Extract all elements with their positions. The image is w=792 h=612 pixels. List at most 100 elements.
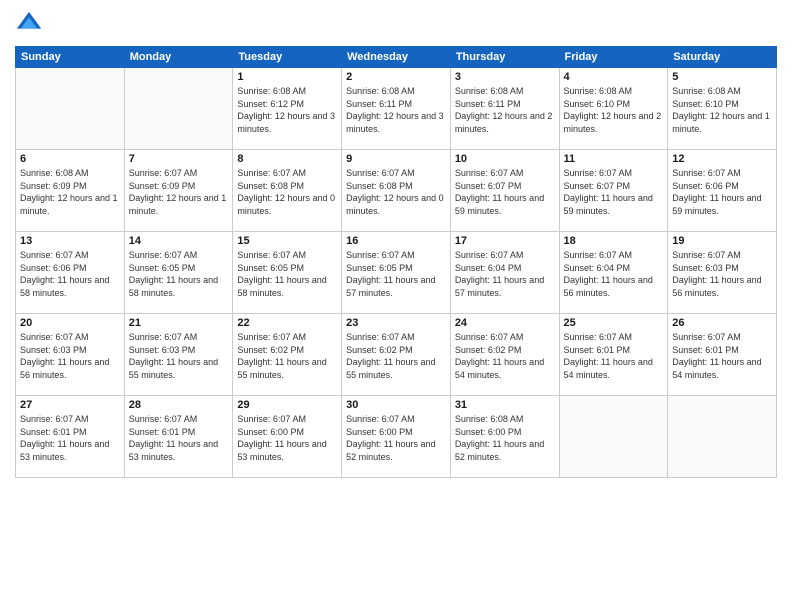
day-number: 23	[346, 317, 446, 329]
day-info: Sunrise: 6:07 AMSunset: 6:06 PMDaylight:…	[672, 167, 772, 217]
day-info: Sunrise: 6:07 AMSunset: 6:01 PMDaylight:…	[129, 413, 229, 463]
calendar-cell: 6 Sunrise: 6:08 AMSunset: 6:09 PMDaylight…	[16, 150, 125, 232]
calendar-cell: 26 Sunrise: 6:07 AMSunset: 6:01 PMDayligh…	[668, 314, 777, 396]
day-number: 24	[455, 317, 555, 329]
calendar-cell: 24 Sunrise: 6:07 AMSunset: 6:02 PMDayligh…	[450, 314, 559, 396]
day-number: 20	[20, 317, 120, 329]
calendar-cell: 1Sunrise: 6:08 AMSunset: 6:12 PMDaylight…	[233, 68, 342, 150]
day-number: 17	[455, 235, 555, 247]
calendar-cell: 12 Sunrise: 6:07 AMSunset: 6:06 PMDayligh…	[668, 150, 777, 232]
day-number: 8	[237, 153, 337, 165]
day-info: Sunrise: 6:07 AMSunset: 6:04 PMDaylight:…	[455, 249, 555, 299]
day-info: Sunrise: 6:08 AMSunset: 6:09 PMDaylight:…	[20, 167, 120, 217]
calendar-week-row: 13 Sunrise: 6:07 AMSunset: 6:06 PMDayligh…	[16, 232, 777, 314]
calendar-cell: 19 Sunrise: 6:07 AMSunset: 6:03 PMDayligh…	[668, 232, 777, 314]
day-info: Sunrise: 6:07 AMSunset: 6:05 PMDaylight:…	[129, 249, 229, 299]
calendar-week-row: 27 Sunrise: 6:07 AMSunset: 6:01 PMDayligh…	[16, 396, 777, 478]
calendar-cell: 4Sunrise: 6:08 AMSunset: 6:10 PMDaylight…	[559, 68, 668, 150]
day-number: 13	[20, 235, 120, 247]
calendar-week-row: 20 Sunrise: 6:07 AMSunset: 6:03 PMDayligh…	[16, 314, 777, 396]
day-info: Sunrise: 6:08 AMSunset: 6:12 PMDaylight:…	[237, 85, 337, 135]
day-number: 15	[237, 235, 337, 247]
calendar-day-header: Saturday	[668, 47, 777, 68]
calendar-cell: 28 Sunrise: 6:07 AMSunset: 6:01 PMDayligh…	[124, 396, 233, 478]
day-info: Sunrise: 6:07 AMSunset: 6:02 PMDaylight:…	[237, 331, 337, 381]
day-number: 26	[672, 317, 772, 329]
calendar-cell: 13 Sunrise: 6:07 AMSunset: 6:06 PMDayligh…	[16, 232, 125, 314]
day-number: 18	[564, 235, 664, 247]
logo	[15, 10, 47, 38]
day-number: 14	[129, 235, 229, 247]
calendar-day-header: Sunday	[16, 47, 125, 68]
calendar-cell: 10Sunrise: 6:07 AMSunset: 6:07 PMDayligh…	[450, 150, 559, 232]
day-number: 22	[237, 317, 337, 329]
calendar-week-row: 6 Sunrise: 6:08 AMSunset: 6:09 PMDaylight…	[16, 150, 777, 232]
day-info: Sunrise: 6:07 AMSunset: 6:01 PMDaylight:…	[20, 413, 120, 463]
day-number: 25	[564, 317, 664, 329]
day-info: Sunrise: 6:07 AMSunset: 6:05 PMDaylight:…	[237, 249, 337, 299]
day-info: Sunrise: 6:07 AMSunset: 6:04 PMDaylight:…	[564, 249, 664, 299]
page: SundayMondayTuesdayWednesdayThursdayFrid…	[0, 0, 792, 612]
header	[15, 10, 777, 38]
calendar-cell: 7Sunrise: 6:07 AMSunset: 6:09 PMDaylight…	[124, 150, 233, 232]
day-number: 9	[346, 153, 446, 165]
day-number: 11	[564, 153, 664, 165]
calendar-cell: 27 Sunrise: 6:07 AMSunset: 6:01 PMDayligh…	[16, 396, 125, 478]
day-info: Sunrise: 6:07 AMSunset: 6:02 PMDaylight:…	[346, 331, 446, 381]
calendar-header-row: SundayMondayTuesdayWednesdayThursdayFrid…	[16, 47, 777, 68]
day-info: Sunrise: 6:07 AMSunset: 6:05 PMDaylight:…	[346, 249, 446, 299]
calendar-cell: 20 Sunrise: 6:07 AMSunset: 6:03 PMDayligh…	[16, 314, 125, 396]
day-info: Sunrise: 6:07 AMSunset: 6:02 PMDaylight:…	[455, 331, 555, 381]
day-number: 28	[129, 399, 229, 411]
calendar-cell: 15 Sunrise: 6:07 AMSunset: 6:05 PMDayligh…	[233, 232, 342, 314]
day-number: 7	[129, 153, 229, 165]
day-number: 27	[20, 399, 120, 411]
day-info: Sunrise: 6:07 AMSunset: 6:07 PMDaylight:…	[564, 167, 664, 217]
day-info: Sunrise: 6:08 AMSunset: 6:11 PMDaylight:…	[346, 85, 446, 135]
day-info: Sunrise: 6:07 AMSunset: 6:01 PMDaylight:…	[564, 331, 664, 381]
calendar-cell: 30 Sunrise: 6:07 AMSunset: 6:00 PMDayligh…	[342, 396, 451, 478]
day-number: 6	[20, 153, 120, 165]
day-info: Sunrise: 6:07 AMSunset: 6:08 PMDaylight:…	[237, 167, 337, 217]
calendar-cell: 31 Sunrise: 6:08 AMSunset: 6:00 PMDayligh…	[450, 396, 559, 478]
day-number: 29	[237, 399, 337, 411]
calendar-cell: 3 Sunrise: 6:08 AMSunset: 6:11 PMDaylight…	[450, 68, 559, 150]
calendar-cell: 17 Sunrise: 6:07 AMSunset: 6:04 PMDayligh…	[450, 232, 559, 314]
calendar-cell	[668, 396, 777, 478]
calendar-cell: 9 Sunrise: 6:07 AMSunset: 6:08 PMDaylight…	[342, 150, 451, 232]
day-number: 21	[129, 317, 229, 329]
calendar-day-header: Tuesday	[233, 47, 342, 68]
calendar-cell: 23 Sunrise: 6:07 AMSunset: 6:02 PMDayligh…	[342, 314, 451, 396]
day-number: 5	[672, 71, 772, 83]
day-number: 12	[672, 153, 772, 165]
day-info: Sunrise: 6:07 AMSunset: 6:03 PMDaylight:…	[672, 249, 772, 299]
day-number: 2	[346, 71, 446, 83]
day-number: 4	[564, 71, 664, 83]
day-info: Sunrise: 6:07 AMSunset: 6:01 PMDaylight:…	[672, 331, 772, 381]
day-info: Sunrise: 6:07 AMSunset: 6:00 PMDaylight:…	[346, 413, 446, 463]
day-number: 3	[455, 71, 555, 83]
day-info: Sunrise: 6:07 AMSunset: 6:03 PMDaylight:…	[129, 331, 229, 381]
calendar-cell: 14 Sunrise: 6:07 AMSunset: 6:05 PMDayligh…	[124, 232, 233, 314]
calendar-cell: 21 Sunrise: 6:07 AMSunset: 6:03 PMDayligh…	[124, 314, 233, 396]
day-info: Sunrise: 6:07 AMSunset: 6:07 PMDaylight:…	[455, 167, 555, 217]
calendar-cell: 29 Sunrise: 6:07 AMSunset: 6:00 PMDayligh…	[233, 396, 342, 478]
day-info: Sunrise: 6:07 AMSunset: 6:03 PMDaylight:…	[20, 331, 120, 381]
calendar-table: SundayMondayTuesdayWednesdayThursdayFrid…	[15, 46, 777, 478]
calendar-cell: 11 Sunrise: 6:07 AMSunset: 6:07 PMDayligh…	[559, 150, 668, 232]
logo-icon	[15, 10, 43, 38]
calendar-week-row: 1Sunrise: 6:08 AMSunset: 6:12 PMDaylight…	[16, 68, 777, 150]
calendar-cell: 22 Sunrise: 6:07 AMSunset: 6:02 PMDayligh…	[233, 314, 342, 396]
calendar-cell: 16Sunrise: 6:07 AMSunset: 6:05 PMDayligh…	[342, 232, 451, 314]
day-number: 31	[455, 399, 555, 411]
day-info: Sunrise: 6:07 AMSunset: 6:06 PMDaylight:…	[20, 249, 120, 299]
day-number: 19	[672, 235, 772, 247]
calendar-cell: 5Sunrise: 6:08 AMSunset: 6:10 PMDaylight…	[668, 68, 777, 150]
day-info: Sunrise: 6:07 AMSunset: 6:08 PMDaylight:…	[346, 167, 446, 217]
calendar-day-header: Wednesday	[342, 47, 451, 68]
day-info: Sunrise: 6:08 AMSunset: 6:00 PMDaylight:…	[455, 413, 555, 463]
calendar-cell	[559, 396, 668, 478]
day-info: Sunrise: 6:07 AMSunset: 6:00 PMDaylight:…	[237, 413, 337, 463]
day-info: Sunrise: 6:08 AMSunset: 6:11 PMDaylight:…	[455, 85, 555, 135]
day-number: 30	[346, 399, 446, 411]
